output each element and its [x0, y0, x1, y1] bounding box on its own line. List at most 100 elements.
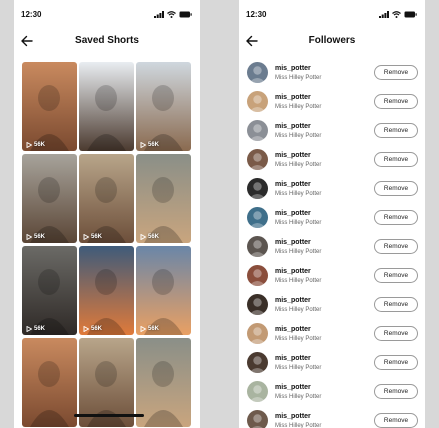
follower-full-name: Miss Hilley Potter — [275, 394, 322, 400]
view-count-label: 56K — [148, 234, 160, 240]
battery-icon — [179, 11, 192, 18]
remove-button[interactable]: Remove — [374, 239, 418, 254]
avatar-image — [249, 327, 266, 344]
remove-button[interactable]: Remove — [374, 152, 418, 167]
follower-username[interactable]: mis_potter — [275, 152, 311, 159]
page-title: Followers — [308, 35, 356, 46]
follower-row: mis_potter Miss Hilley Potter Remove — [245, 60, 419, 89]
short-thumbnail[interactable] — [79, 62, 134, 151]
avatar[interactable] — [247, 62, 268, 83]
follower-username[interactable]: mis_potter — [275, 94, 311, 101]
follower-full-name: Miss Hilley Potter — [275, 423, 322, 428]
view-count: 56K — [83, 326, 102, 332]
avatar[interactable] — [247, 120, 268, 141]
follower-full-name: Miss Hilley Potter — [275, 191, 322, 197]
view-count: 56K — [140, 234, 159, 240]
follower-username[interactable]: mis_potter — [275, 123, 311, 130]
status-icons — [379, 11, 417, 18]
short-thumbnail[interactable]: 56K — [136, 154, 191, 243]
remove-button[interactable]: Remove — [374, 94, 418, 109]
follower-row: mis_potter Miss Hilley Potter Remove — [245, 118, 419, 147]
avatar[interactable] — [247, 294, 268, 315]
short-thumbnail[interactable]: 56K — [79, 246, 134, 335]
short-thumbnail[interactable]: 56K — [79, 154, 134, 243]
follower-username[interactable]: mis_potter — [275, 239, 311, 246]
short-thumbnail[interactable]: 56K — [22, 246, 77, 335]
follower-username[interactable]: mis_potter — [275, 297, 311, 304]
avatar[interactable] — [247, 381, 268, 402]
status-bar: 12:30 — [14, 0, 200, 32]
remove-button[interactable]: Remove — [374, 413, 418, 428]
follower-full-name: Miss Hilley Potter — [275, 307, 322, 313]
short-thumbnail[interactable]: 56K — [136, 246, 191, 335]
wifi-icon — [392, 11, 401, 18]
follower-username[interactable]: mis_potter — [275, 210, 311, 217]
remove-button[interactable]: Remove — [374, 210, 418, 225]
follower-row: mis_potter Miss Hilley Potter Remove — [245, 263, 419, 292]
signal-icon — [154, 11, 164, 18]
status-time: 12:30 — [21, 10, 42, 19]
follower-username[interactable]: mis_potter — [275, 65, 311, 72]
remove-button[interactable]: Remove — [374, 355, 418, 370]
follower-full-name: Miss Hilley Potter — [275, 220, 322, 226]
short-thumbnail[interactable]: 56K — [136, 62, 191, 151]
view-count: 56K — [83, 234, 102, 240]
follower-username[interactable]: mis_potter — [275, 355, 311, 362]
avatar[interactable] — [247, 352, 268, 373]
avatar[interactable] — [247, 178, 268, 199]
avatar-image — [252, 414, 263, 428]
avatar-image — [249, 298, 266, 315]
thumbnail-image — [136, 62, 191, 151]
remove-button[interactable]: Remove — [374, 297, 418, 312]
follower-username[interactable]: mis_potter — [275, 413, 311, 420]
view-count-label: 56K — [148, 142, 160, 148]
view-count: 56K — [26, 142, 45, 148]
follower-full-name: Miss Hilley Potter — [275, 365, 322, 371]
header: Saved Shorts — [14, 32, 200, 52]
follower-username[interactable]: mis_potter — [275, 181, 311, 188]
play-icon — [26, 326, 32, 332]
view-count-label: 56K — [91, 326, 103, 332]
remove-button[interactable]: Remove — [374, 181, 418, 196]
thumbnail-image — [136, 154, 191, 243]
short-thumbnail[interactable] — [136, 338, 191, 427]
remove-button[interactable]: Remove — [374, 123, 418, 138]
thumbnail-image — [22, 62, 77, 151]
play-icon — [26, 142, 32, 148]
follower-username[interactable]: mis_potter — [275, 384, 311, 391]
avatar[interactable] — [247, 265, 268, 286]
avatar[interactable] — [247, 410, 268, 428]
remove-button[interactable]: Remove — [374, 326, 418, 341]
remove-button[interactable]: Remove — [374, 384, 418, 399]
avatar[interactable] — [247, 236, 268, 257]
view-count: 56K — [26, 326, 45, 332]
avatar[interactable] — [247, 149, 268, 170]
follower-full-name: Miss Hilley Potter — [275, 133, 322, 139]
play-icon — [83, 234, 89, 240]
follower-username[interactable]: mis_potter — [275, 268, 311, 275]
short-thumbnail[interactable] — [22, 338, 77, 427]
follower-full-name: Miss Hilley Potter — [275, 278, 322, 284]
view-count-label: 56K — [148, 326, 160, 332]
avatar-image — [249, 211, 266, 228]
avatar-image — [249, 124, 266, 141]
avatar[interactable] — [247, 207, 268, 228]
view-count: 56K — [140, 142, 159, 148]
view-count-label: 56K — [91, 234, 103, 240]
follower-row: mis_potter Miss Hilley Potter Remove — [245, 292, 419, 321]
remove-button[interactable]: Remove — [374, 65, 418, 80]
follower-row: mis_potter Miss Hilley Potter Remove — [245, 379, 419, 408]
short-thumbnail[interactable]: 56K — [22, 154, 77, 243]
followers-screen: 12:30 Followers mis_potter Miss Hilley Po… — [239, 0, 425, 428]
battery-icon — [404, 11, 417, 18]
follower-username[interactable]: mis_potter — [275, 326, 311, 333]
avatar[interactable] — [247, 91, 268, 112]
remove-button[interactable]: Remove — [374, 268, 418, 283]
thumbnail-image — [22, 246, 77, 335]
view-count-label: 56K — [34, 326, 46, 332]
short-thumbnail[interactable]: 56K — [22, 62, 77, 151]
avatar[interactable] — [247, 323, 268, 344]
thumbnail-image — [136, 246, 191, 335]
followers-list: mis_potter Miss Hilley Potter Remove mis_po… — [245, 60, 419, 428]
avatar-image — [249, 240, 266, 257]
